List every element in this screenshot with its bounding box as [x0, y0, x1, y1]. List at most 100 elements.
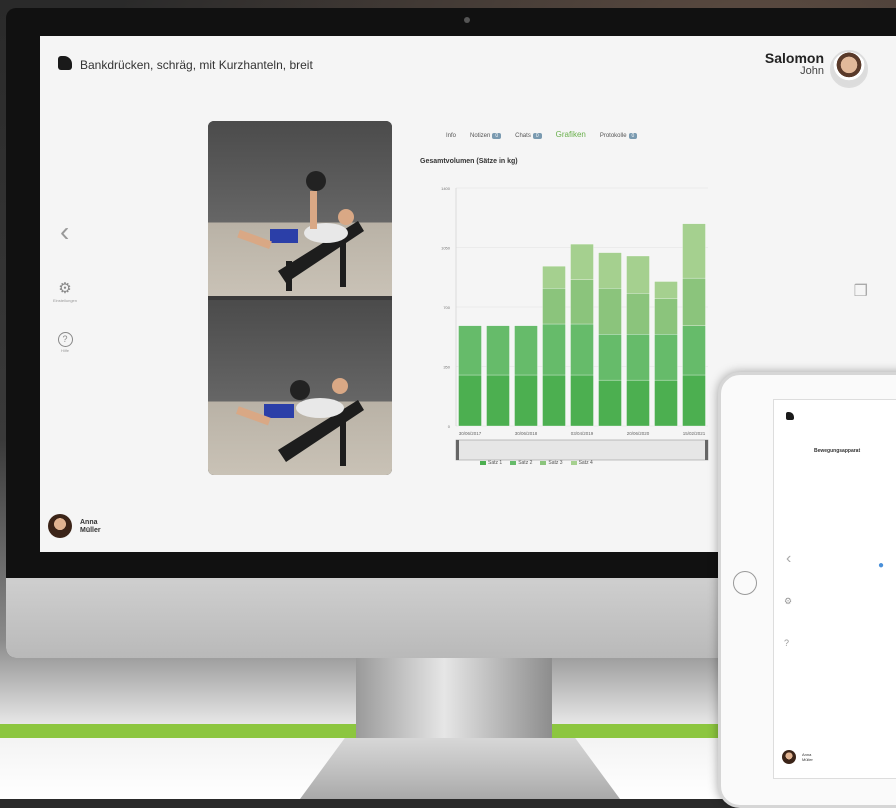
previous-arrow-icon[interactable]: ‹	[60, 218, 69, 246]
bar-segment	[654, 298, 678, 335]
trainer-avatar[interactable]	[48, 514, 72, 538]
bar-segment	[514, 325, 538, 376]
bar-segment	[682, 223, 706, 279]
tab-badge: 0	[532, 133, 542, 139]
exercise-photos	[208, 121, 392, 475]
bar-segment	[542, 288, 566, 325]
tablet: Bewegungsapparat ‹ ⚙ ? ● Anna Müller	[718, 372, 896, 808]
legend-item[interactable]: Satz 4	[570, 460, 593, 466]
range-handle-right	[705, 440, 708, 460]
trainer-last-name: Müller	[802, 757, 813, 762]
bar-segment	[542, 323, 566, 376]
bar-segment	[542, 266, 566, 289]
tab-notizen[interactable]: Notizen 0	[470, 133, 502, 139]
bar-segment	[654, 334, 678, 381]
settings-icon: ⚙	[58, 280, 72, 297]
tab-label: Grafiken	[555, 130, 586, 139]
bar-segment	[570, 374, 594, 427]
camera	[464, 17, 470, 23]
tab-label: Chats	[515, 133, 531, 139]
chart-title: Gesamtvolumen (Sätze in kg)	[420, 158, 518, 165]
bar-segment	[598, 288, 622, 335]
x-tick-label: 30/06/2017	[459, 431, 482, 436]
help-icon[interactable]: ?	[784, 638, 789, 648]
bar-segment	[654, 281, 678, 299]
y-tick-label: 700	[443, 305, 450, 310]
trainer-first-name: Anna	[80, 519, 98, 526]
range-handle-left	[456, 440, 459, 460]
exercise-photo-start	[208, 121, 392, 296]
settings-button[interactable]: ⚙ Einstellungen	[52, 279, 78, 303]
user-name[interactable]: Salomon John	[764, 50, 824, 78]
user-first-name: Salomon	[764, 50, 824, 66]
legend-item[interactable]: Satz 3	[540, 460, 563, 466]
page-title: Bankdrücken, schräg, mit Kurzhanteln, br…	[80, 58, 313, 72]
bar-segment	[570, 323, 594, 376]
tablet-screen: Bewegungsapparat ‹ ⚙ ? ● Anna Müller	[773, 399, 896, 779]
exercise-photo-end	[208, 300, 392, 475]
bar-segment	[654, 379, 678, 427]
tablet-home-button[interactable]	[733, 571, 757, 595]
x-tick-label: 15/02/2021	[683, 431, 706, 436]
legend-label: Satz 3	[548, 460, 563, 466]
bar-segment	[682, 374, 706, 427]
user-avatar[interactable]	[830, 50, 868, 88]
tab-label: Info	[446, 133, 457, 139]
bar-segment	[598, 252, 622, 289]
legend-label: Satz 2	[518, 460, 533, 466]
bar-segment	[626, 293, 650, 335]
legend-label: Satz 1	[488, 460, 503, 466]
x-tick-label: 03/04/2019	[571, 431, 594, 436]
tab-grafiken[interactable]: Grafiken	[556, 130, 586, 139]
trainer-name: Anna Müller	[802, 752, 813, 762]
x-tick-label: 30/06/2018	[515, 431, 538, 436]
bar-segment	[626, 255, 650, 294]
bar-segment	[458, 325, 482, 376]
tab-info[interactable]: Info	[446, 133, 456, 139]
help-label: Hilfe	[60, 348, 69, 353]
muscle-icon[interactable]: ❒	[854, 281, 868, 301]
tab-label: Notizen	[470, 133, 491, 139]
settings-icon[interactable]: ⚙	[784, 596, 792, 607]
bar-segment	[598, 334, 622, 381]
bar-segment	[682, 325, 706, 376]
tab-chats[interactable]: Chats 0	[515, 133, 542, 139]
legend-item[interactable]: Satz 1	[480, 460, 502, 466]
legend-swatch	[510, 460, 517, 465]
help-button[interactable]: ? Hilfe	[52, 332, 78, 353]
bar-segment	[570, 243, 594, 280]
bar-segment	[626, 379, 650, 427]
trainer-name: Anna Müller	[80, 519, 101, 535]
athlete-figure	[237, 171, 364, 291]
logo-icon[interactable]	[786, 412, 794, 420]
tab-protokolle[interactable]: Protokolle 0	[599, 133, 638, 139]
range-navigator	[455, 439, 709, 461]
bar-segment	[486, 325, 510, 376]
tab-badge: 0	[628, 133, 638, 139]
bar-segment	[458, 374, 482, 427]
tab-badge: 0	[492, 133, 502, 139]
bar-segment	[598, 379, 622, 427]
help-icon: ?	[57, 332, 73, 347]
monitor-stand-base	[300, 738, 620, 799]
legend-item[interactable]: Satz 2	[510, 460, 532, 466]
bar-segment	[486, 374, 510, 427]
bar-segment	[626, 334, 650, 381]
previous-arrow-icon[interactable]: ‹	[786, 550, 791, 568]
volume-chart: 0 350 700 1050 1400 30/06/2017 30/06/2018 03/04…	[441, 186, 709, 461]
settings-label: Einstellungen	[52, 298, 78, 303]
legend-label: Satz 4	[578, 460, 593, 466]
y-tick-label: 0	[448, 424, 451, 429]
y-tick-label: 350	[443, 365, 450, 370]
trainer-last-name: Müller	[80, 527, 101, 534]
tab-label: Protokolle	[599, 133, 627, 139]
location-pin-icon: ●	[878, 560, 885, 571]
bar-segment	[514, 374, 538, 427]
chart-legend: Satz 1 Satz 2 Satz 3 Satz 4	[480, 460, 601, 466]
logo-icon[interactable]	[58, 56, 72, 70]
trainer-avatar[interactable]	[782, 750, 796, 764]
tablet-title: Bewegungsapparat	[814, 448, 861, 454]
bar-segment	[570, 279, 594, 325]
user-last-name: John	[800, 65, 824, 77]
y-tick-label: 1400	[441, 186, 451, 191]
